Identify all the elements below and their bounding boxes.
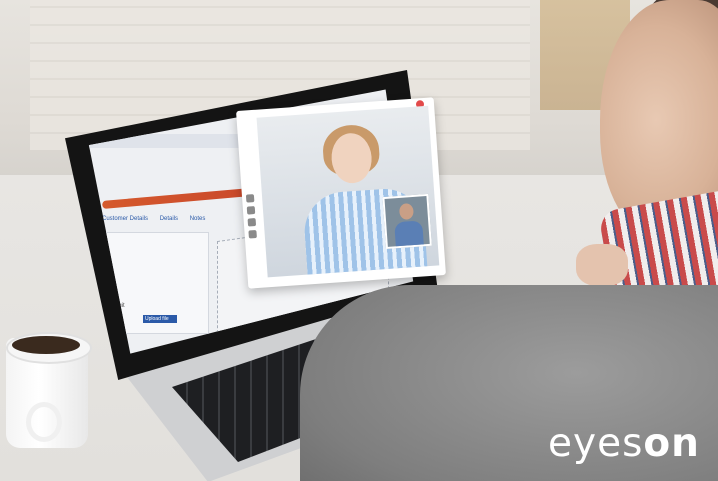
tab-row: Customer Details Details Notes <box>102 216 215 222</box>
tab-details[interactable]: Details <box>160 216 178 222</box>
progress-steps <box>101 187 263 209</box>
mug-handle <box>26 402 62 442</box>
logo-text-bold: on <box>643 421 700 466</box>
screen-share-icon[interactable] <box>247 218 257 227</box>
coffee <box>12 336 80 354</box>
section-title: Tab uit <box>107 303 208 309</box>
mic-icon[interactable] <box>245 194 255 203</box>
self-face <box>398 203 414 220</box>
video-controls <box>245 190 262 243</box>
eyeson-logo: eyeson <box>548 421 700 466</box>
photo-scene: Customer Details Details Notes Tab uit U… <box>0 0 718 481</box>
camera-icon[interactable] <box>246 206 256 215</box>
settings-icon[interactable] <box>248 229 257 239</box>
tab-customer-details[interactable]: Customer Details <box>102 216 148 222</box>
tab-notes[interactable]: Notes <box>190 216 206 222</box>
main-video-feed <box>256 105 440 278</box>
upload-button[interactable]: Upload file <box>143 315 177 323</box>
video-call-window[interactable] <box>236 97 446 289</box>
person-hand <box>576 244 628 286</box>
self-body <box>394 220 424 247</box>
logo-text: eyes <box>548 421 644 466</box>
self-view-video <box>382 193 432 249</box>
